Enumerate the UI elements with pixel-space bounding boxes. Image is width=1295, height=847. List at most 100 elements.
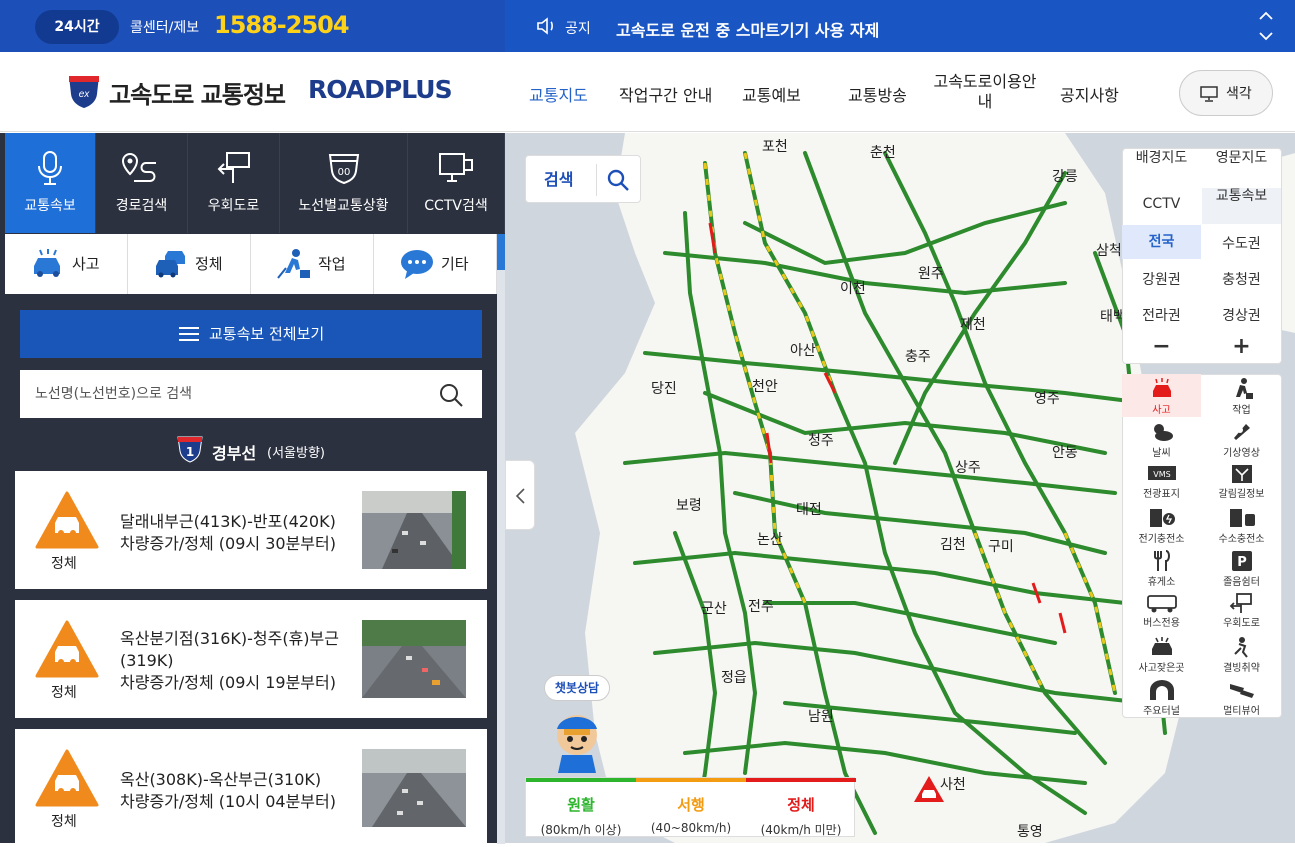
city-label: 당진	[651, 381, 677, 397]
tab-traffic-news[interactable]: 교통속보	[5, 133, 96, 233]
icon-toggle-icy-road[interactable]: 결빙취약	[1202, 632, 1281, 675]
layer-english-map[interactable]: 영문지도	[1202, 150, 1281, 167]
car-crash-icon	[34, 249, 60, 277]
card-detail: 차량증가/정체 (09시 19분부터)	[120, 673, 336, 692]
chat-bubble-icon	[401, 250, 433, 279]
tab-detour[interactable]: 우회도로	[188, 133, 280, 233]
icon-toggle-accident[interactable]: 사고	[1122, 374, 1201, 417]
zoom-out-button[interactable]: −	[1122, 334, 1201, 359]
city-label: 아산	[790, 343, 816, 359]
tab-label: CCTV검색	[424, 198, 488, 214]
icon-toggle-weather-video[interactable]: 기상영상	[1202, 417, 1281, 460]
svg-text:00: 00	[337, 167, 350, 178]
icon-toggle-tunnel[interactable]: 주요터널	[1122, 675, 1201, 718]
city-label: 삼척	[1096, 243, 1122, 259]
status-label: 정체	[51, 814, 77, 830]
region-nationwide[interactable]: 전국	[1122, 225, 1201, 259]
icon-toggle-vms[interactable]: VMS 전광표지	[1122, 460, 1201, 503]
tab-cctv-search[interactable]: CCTV검색	[408, 133, 505, 233]
notice-text[interactable]: 고속도로 운전 중 스마트기기 사용 자제	[616, 17, 879, 41]
city-label: 강릉	[1052, 169, 1078, 185]
chevron-down-icon[interactable]	[1258, 30, 1274, 42]
filter-congestion[interactable]: 정체	[128, 234, 251, 294]
icon-toggle-bus-lane[interactable]: 버스전용	[1122, 589, 1201, 632]
icon-toggle-hydrogen[interactable]: 수소충전소	[1202, 503, 1281, 546]
card-location: 옥산(308K)-옥산부근(310K)	[120, 770, 322, 789]
city-label: 군산	[701, 601, 727, 617]
cctv-thumbnail[interactable]	[362, 620, 466, 698]
news-card[interactable]: 정체 달래내부근(413K)-반포(420K) 차량증가/정체 (09시 30분…	[15, 471, 487, 589]
icon-toggle-sleep-shelter[interactable]: P 졸음쉼터	[1202, 546, 1281, 589]
icon-toggle-rest-area[interactable]: 휴게소	[1122, 546, 1201, 589]
layer-base-map[interactable]: 배경지도	[1122, 150, 1201, 167]
color-blind-button[interactable]: 색각	[1179, 70, 1273, 116]
callcenter-phone[interactable]: 1588-2504	[214, 11, 350, 39]
logo-text[interactable]: 고속도로 교통정보	[109, 75, 286, 110]
layer-cctv[interactable]: CCTV	[1122, 196, 1201, 212]
tab-route-search[interactable]: 경로검색	[96, 133, 188, 233]
map-search-button[interactable]: 검색	[525, 155, 641, 203]
status-label: 정체	[51, 556, 77, 572]
filter-accident[interactable]: 사고	[5, 234, 128, 294]
nav-traffic-map[interactable]: 교통지도	[529, 82, 588, 106]
search-icon	[607, 169, 629, 191]
layer-traffic-news[interactable]: 교통속보	[1202, 188, 1281, 224]
monitor-icon	[1200, 86, 1218, 102]
route-search-input[interactable]: 노선명(노선번호)으로 검색	[20, 370, 482, 418]
icon-toggle-ev-charger[interactable]: 전기충전소	[1122, 503, 1201, 546]
filter-work[interactable]: 작업	[251, 234, 374, 294]
region-chungcheong[interactable]: 충청권	[1202, 269, 1281, 289]
icon-toggle-detour[interactable]: 우회도로	[1202, 589, 1281, 632]
accident-marker-icon[interactable]	[912, 774, 946, 804]
nav-broadcast[interactable]: 교통방송	[848, 82, 907, 106]
region-jeolla[interactable]: 전라권	[1122, 305, 1201, 325]
detour-sign-icon	[217, 152, 250, 183]
icon-toggle-multi-viewer[interactable]: 멀티뷰어	[1202, 675, 1281, 718]
highway-logo-icon[interactable]: ex	[66, 70, 102, 110]
logo-brand[interactable]: ROADPLUS	[308, 75, 453, 104]
view-all-news-button[interactable]: 교통속보 전체보기	[20, 310, 482, 358]
nav-usage-guide[interactable]: 고속도로이용안내	[930, 72, 1040, 112]
cctv-multi-icon	[1229, 684, 1254, 698]
legend-smooth: 원활 (80km/h 이상)	[526, 778, 636, 838]
collapse-sidebar-button[interactable]	[505, 460, 535, 530]
region-gangwon[interactable]: 강원권	[1122, 269, 1201, 289]
warning-triangle-icon	[35, 749, 99, 807]
city-label: 남원	[808, 709, 834, 725]
region-gyeongsang[interactable]: 경상권	[1202, 305, 1281, 325]
search-icon[interactable]	[438, 382, 464, 408]
chevron-left-icon	[515, 488, 525, 504]
search-placeholder: 노선명(노선번호)으로 검색	[35, 386, 193, 402]
news-card[interactable]: 정체 옥산(308K)-옥산부근(310K) 차량증가/정체 (10시 04분부…	[15, 729, 487, 847]
city-label: 김천	[940, 537, 966, 553]
icon-toggle-accident-prone[interactable]: 사고잦은곳	[1122, 632, 1201, 675]
filter-label: 사고	[72, 255, 100, 273]
nav-work-zone[interactable]: 작업구간 안내	[619, 82, 712, 106]
region-capital[interactable]: 수도권	[1202, 233, 1281, 253]
route-number: 1	[186, 445, 194, 459]
icon-toggle-work[interactable]: 작업	[1202, 374, 1281, 417]
news-card[interactable]: 정체 옥산분기점(316K)-청주(휴)부근(319K) 차량증가/정체 (09…	[15, 600, 487, 718]
svg-text:ex: ex	[79, 89, 91, 100]
icon-toggle-junction[interactable]: 갈림길정보	[1202, 460, 1281, 503]
filter-other[interactable]: 기타	[374, 234, 497, 294]
sidebar-scrollbar[interactable]	[497, 234, 505, 844]
tab-route-status[interactable]: 00 노선별교통상황	[280, 133, 408, 233]
nav-notices[interactable]: 공지사항	[1060, 82, 1119, 106]
tab-label: 우회도로	[207, 198, 260, 214]
tunnel-icon	[1149, 680, 1174, 700]
icon-toggle-weather[interactable]: 날씨	[1122, 417, 1201, 460]
card-detail: 차량증가/정체 (09시 30분부터)	[120, 534, 336, 553]
cctv-thumbnail[interactable]	[362, 749, 466, 827]
zoom-in-button[interactable]: +	[1202, 334, 1281, 359]
chevron-up-icon[interactable]	[1258, 10, 1274, 22]
hydrogen-icon	[1229, 509, 1255, 527]
card-location: 달래내부근(413K)-반포(420K)	[120, 512, 336, 531]
detour-icon	[1229, 593, 1252, 613]
nav-forecast[interactable]: 교통예보	[742, 82, 801, 106]
scrollbar-thumb[interactable]	[497, 234, 505, 270]
chatbot-button[interactable]: 챗봇상담	[542, 675, 614, 773]
cctv-thumbnail[interactable]	[362, 491, 466, 569]
accident-icon	[1152, 378, 1171, 397]
city-label: 논산	[757, 532, 783, 548]
